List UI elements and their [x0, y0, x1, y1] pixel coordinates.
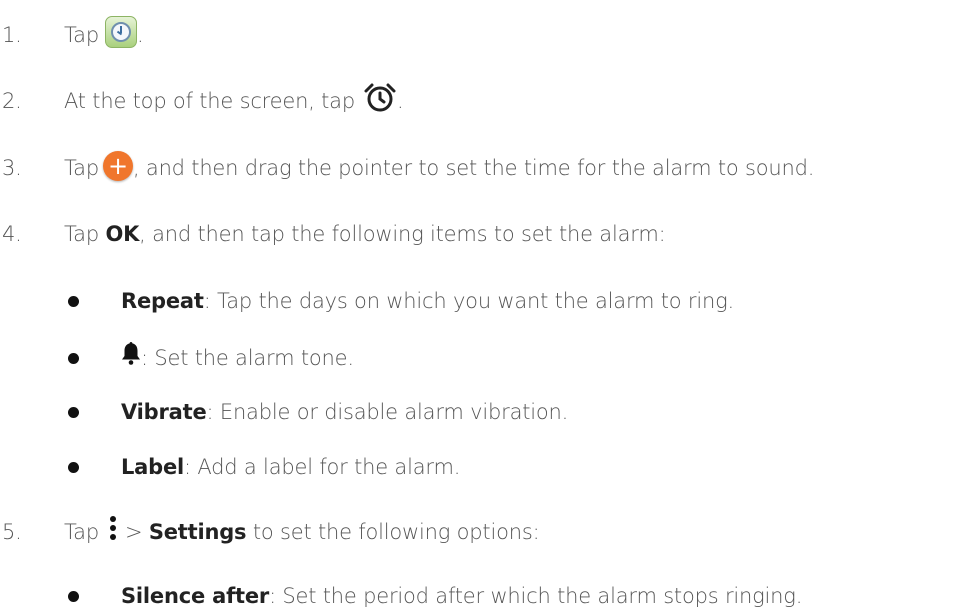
step-separator: >	[124, 520, 149, 544]
step-text-end: .	[136, 23, 144, 47]
ok-label: OK	[105, 222, 140, 246]
step-number: 1.	[2, 23, 22, 47]
step-text-end: .	[396, 89, 404, 113]
step-text: Tap	[64, 520, 99, 544]
add-alarm-icon: +	[102, 151, 133, 181]
bullet-icon	[68, 462, 79, 473]
step-text: At the top of the screen, tap	[64, 89, 355, 113]
step-text: Tap	[64, 222, 106, 246]
step-text-end: to set the following options:	[246, 520, 540, 544]
item-text: : Add a label for the alarm.	[184, 455, 461, 479]
more-options-icon	[109, 516, 116, 540]
step-number: 5.	[2, 520, 22, 544]
step-number: 3.	[2, 156, 22, 180]
item-text: : Tap the days on which you want the ala…	[203, 289, 734, 313]
bullet-icon	[68, 591, 79, 602]
clock-app-icon	[104, 16, 137, 48]
item-label: Vibrate	[121, 400, 207, 424]
bullet-icon	[68, 296, 79, 307]
step-text-end: , and then drag the pointer to set the t…	[132, 156, 815, 180]
bullet-icon	[68, 353, 79, 364]
step-text-end: , and then tap the following items to se…	[139, 222, 666, 246]
item-text: : Set the alarm tone.	[141, 346, 354, 370]
item-label: Label	[121, 455, 185, 479]
item-text: : Enable or disable alarm vibration.	[206, 400, 569, 424]
item-label: Repeat	[121, 289, 204, 313]
step-text: Tap	[64, 156, 99, 180]
step-number: 4.	[2, 222, 22, 246]
bullet-icon	[68, 407, 79, 418]
step-number: 2.	[2, 89, 22, 113]
bell-icon	[122, 342, 140, 365]
settings-label: Settings	[148, 520, 247, 544]
step-text: Tap	[64, 23, 99, 47]
item-text: : Set the period after which the alarm s…	[269, 584, 803, 608]
alarm-clock-icon	[364, 83, 396, 112]
item-label: Silence after	[121, 584, 270, 608]
